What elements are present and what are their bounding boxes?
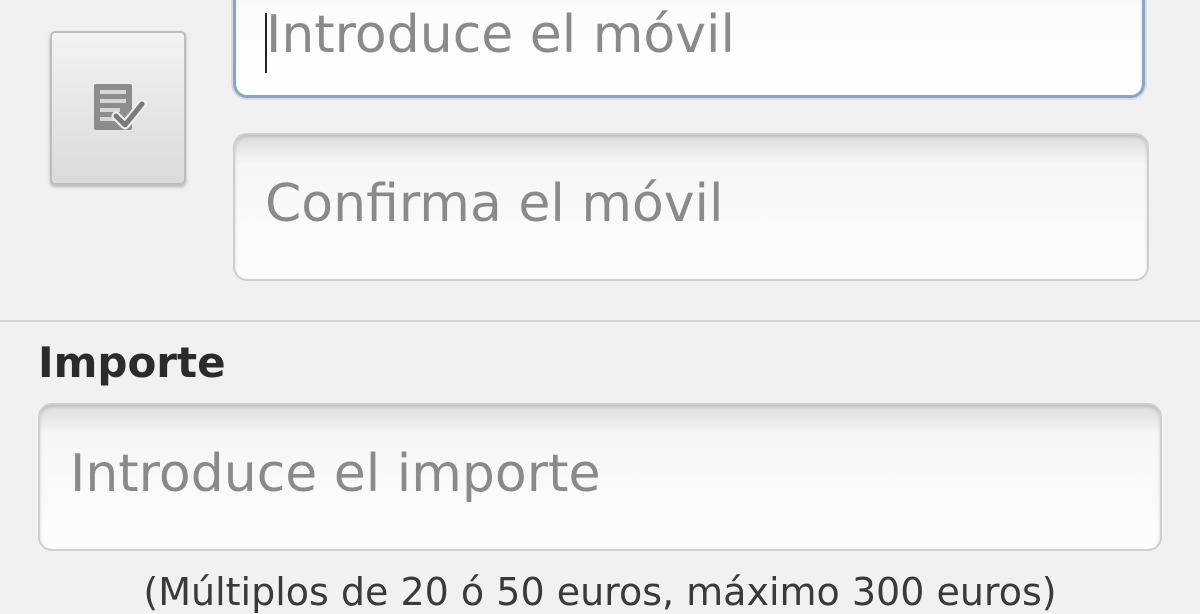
text-cursor	[265, 13, 267, 73]
amount-section-label: Importe	[38, 338, 226, 387]
amount-input[interactable]: Introduce el importe	[38, 403, 1162, 551]
confirm-phone-input-placeholder: Confirma el móvil	[265, 174, 724, 234]
phone-input-placeholder: Introduce el móvil	[266, 5, 735, 65]
phone-input[interactable]: Introduce el móvil	[233, 0, 1145, 98]
contacts-list-check-icon	[88, 78, 148, 138]
confirm-phone-input[interactable]: Confirma el móvil	[233, 133, 1149, 281]
section-divider	[0, 320, 1200, 322]
amount-hint: (Múltiplos de 20 ó 50 euros, máximo 300 …	[143, 570, 1057, 614]
contacts-picker-button[interactable]	[50, 31, 186, 185]
amount-input-placeholder: Introduce el importe	[70, 444, 601, 504]
